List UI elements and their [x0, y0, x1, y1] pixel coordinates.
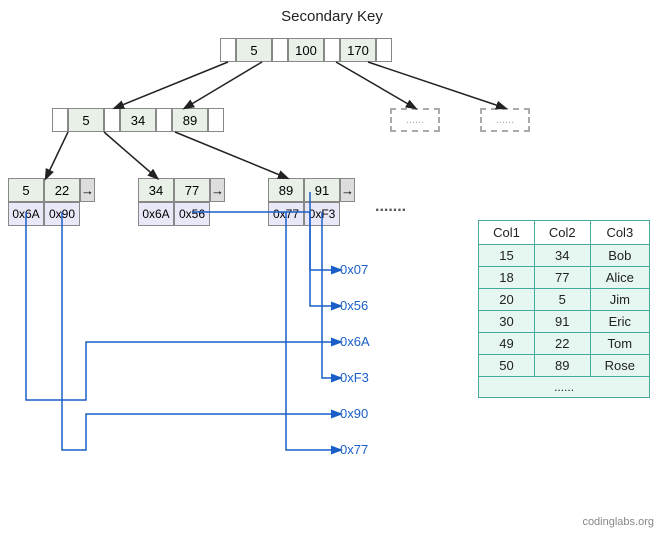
table-cell-2-1: 5 — [534, 289, 590, 311]
l2-ptr-0 — [52, 108, 68, 132]
root-ptr-2 — [324, 38, 340, 62]
leaf3-ptr-0: 0x77 — [268, 202, 304, 226]
col-header-3: Col3 — [590, 221, 649, 245]
col-header-1: Col1 — [479, 221, 535, 245]
table-row: 5089Rose — [479, 355, 650, 377]
table-dots-row: ...... — [479, 377, 650, 398]
ptr-label-5: 0x77 — [340, 442, 368, 457]
l2-dashed-2: ...... — [480, 108, 530, 132]
leaf2-ptr-0: 0x6A — [138, 202, 174, 226]
leaf2-ptr-1: 0x56 — [174, 202, 210, 226]
root-ptr-3 — [376, 38, 392, 62]
table-cell-3-1: 91 — [534, 311, 590, 333]
table-cell-1-1: 77 — [534, 267, 590, 289]
l2-key-0: 5 — [68, 108, 104, 132]
ptr-label-2: 0x6A — [340, 334, 370, 349]
root-ptr-0 — [220, 38, 236, 62]
l2-dashed-1: ...... — [390, 108, 440, 132]
table-row: 205Jim — [479, 289, 650, 311]
col-header-2: Col2 — [534, 221, 590, 245]
leaf1-ptr-0: 0x6A — [8, 202, 44, 226]
l2-ptr-1 — [104, 108, 120, 132]
table-cell-4-1: 22 — [534, 333, 590, 355]
leaf1-ptr-1: 0x90 — [44, 202, 80, 226]
leaf3-next-ptr: → — [340, 178, 355, 202]
ptr-label-1: 0x56 — [340, 298, 368, 313]
data-table: Col1 Col2 Col3 1534Bob1877Alice205Jim309… — [478, 220, 650, 398]
table-row: 4922Tom — [479, 333, 650, 355]
table-row: 3091Eric — [479, 311, 650, 333]
table-cell-3-0: 30 — [479, 311, 535, 333]
table-cell-5-0: 50 — [479, 355, 535, 377]
page-title: Secondary Key — [0, 0, 664, 25]
table-cell-0-1: 34 — [534, 245, 590, 267]
root-key-2: 170 — [340, 38, 376, 62]
l2-ptr-3 — [208, 108, 224, 132]
table-cell-4-2: Tom — [590, 333, 649, 355]
table-cell-2-2: Jim — [590, 289, 649, 311]
leaf-node-1: 5 22 → 0x6A 0x90 — [8, 178, 95, 226]
ptr-label-3: 0xF3 — [340, 370, 369, 385]
leaf3-ptr-1: 0xF3 — [304, 202, 340, 226]
leaf3-key-0: 89 — [268, 178, 304, 202]
l2-key-2: 89 — [172, 108, 208, 132]
table-cell-4-0: 49 — [479, 333, 535, 355]
table-cell-0-0: 15 — [479, 245, 535, 267]
table-cell-1-0: 18 — [479, 267, 535, 289]
table-dots: ...... — [479, 377, 650, 398]
leaf2-next-ptr: → — [210, 178, 225, 202]
table-cell-1-2: Alice — [590, 267, 649, 289]
root-key-0: 5 — [236, 38, 272, 62]
table-cell-2-0: 20 — [479, 289, 535, 311]
leaf1-next-ptr: → — [80, 178, 95, 202]
leaf-node-2: 34 77 → 0x6A 0x56 — [138, 178, 225, 226]
root-node: 5 100 170 — [220, 38, 392, 62]
leaf1-key-0: 5 — [8, 178, 44, 202]
watermark: codinglabs.org — [582, 516, 654, 528]
table-cell-0-2: Bob — [590, 245, 649, 267]
ptr-label-4: 0x90 — [340, 406, 368, 421]
table-cell-5-2: Rose — [590, 355, 649, 377]
table-cell-3-2: Eric — [590, 311, 649, 333]
table-cell-5-1: 89 — [534, 355, 590, 377]
leaf-node-3: 89 91 → 0x77 0xF3 — [268, 178, 355, 226]
middle-dots: ....... — [375, 198, 406, 216]
leaf3-key-1: 91 — [304, 178, 340, 202]
ptr-label-0: 0x07 — [340, 262, 368, 277]
leaf2-key-1: 77 — [174, 178, 210, 202]
leaf2-key-0: 34 — [138, 178, 174, 202]
table-row: 1534Bob — [479, 245, 650, 267]
l2-key-1: 34 — [120, 108, 156, 132]
leaf1-key-1: 22 — [44, 178, 80, 202]
root-ptr-1 — [272, 38, 288, 62]
table-row: 1877Alice — [479, 267, 650, 289]
l2-ptr-2 — [156, 108, 172, 132]
l2-left-node: 5 34 89 — [52, 108, 224, 132]
root-key-1: 100 — [288, 38, 324, 62]
